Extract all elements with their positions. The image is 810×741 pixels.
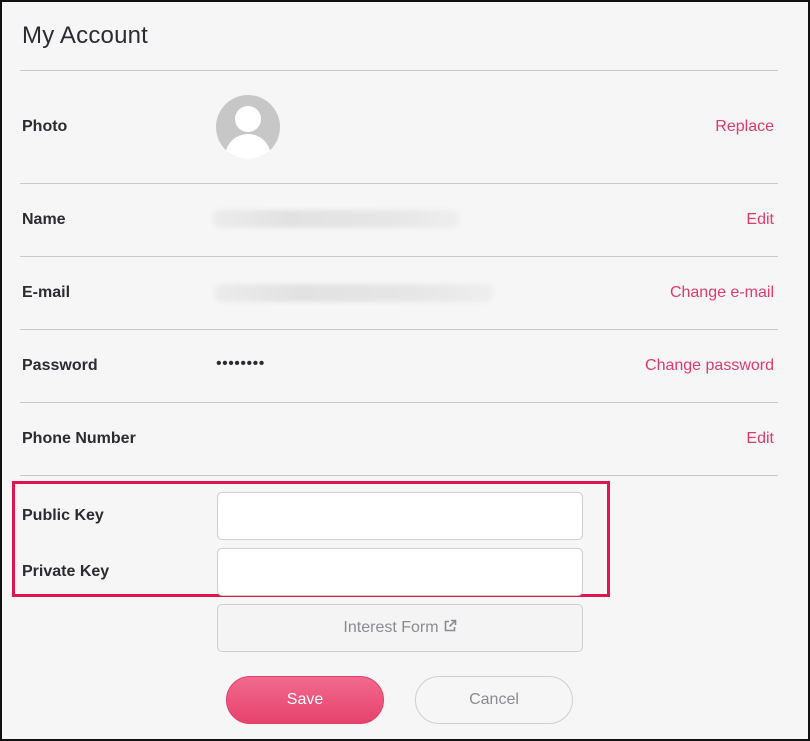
replace-photo-link[interactable]: Replace bbox=[715, 118, 774, 136]
external-link-icon bbox=[439, 619, 457, 638]
avatar bbox=[216, 95, 280, 159]
avatar-head-shape bbox=[235, 106, 261, 132]
password-value: •••••••• bbox=[216, 355, 265, 372]
avatar-body-shape bbox=[225, 134, 271, 159]
account-panel: My Account Photo Replace Name Edit E-mai… bbox=[0, 0, 810, 741]
divider bbox=[20, 475, 778, 476]
divider bbox=[20, 70, 778, 71]
password-label: Password bbox=[22, 357, 98, 374]
divider bbox=[20, 183, 778, 184]
change-email-link[interactable]: Change e-mail bbox=[670, 284, 774, 302]
divider bbox=[20, 329, 778, 330]
divider bbox=[20, 402, 778, 403]
email-value-redacted bbox=[214, 284, 494, 302]
photo-label: Photo bbox=[22, 118, 68, 135]
public-key-input[interactable] bbox=[217, 492, 583, 540]
email-label: E-mail bbox=[22, 284, 71, 301]
name-label: Name bbox=[22, 211, 66, 228]
save-button[interactable]: Save bbox=[226, 676, 384, 724]
interest-form-button[interactable]: Interest Form bbox=[217, 604, 583, 652]
name-value-redacted bbox=[212, 210, 460, 228]
phone-label: Phone Number bbox=[22, 430, 136, 447]
interest-form-label: Interest Form bbox=[343, 619, 439, 636]
edit-name-link[interactable]: Edit bbox=[746, 211, 774, 229]
public-key-label: Public Key bbox=[22, 507, 104, 524]
change-password-link[interactable]: Change password bbox=[645, 357, 774, 375]
page-title: My Account bbox=[22, 22, 149, 49]
edit-phone-link[interactable]: Edit bbox=[746, 430, 774, 448]
cancel-button[interactable]: Cancel bbox=[415, 676, 573, 724]
private-key-input[interactable] bbox=[217, 548, 583, 596]
private-key-label: Private Key bbox=[22, 563, 110, 580]
divider bbox=[20, 256, 778, 257]
